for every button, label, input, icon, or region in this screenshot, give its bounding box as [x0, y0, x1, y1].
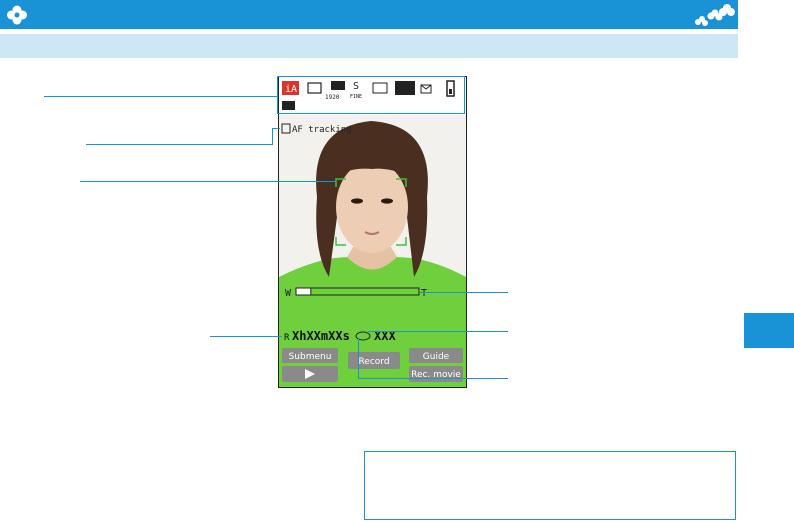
callout-line-recording-time: [210, 336, 282, 337]
callout-line-count-icon: [358, 378, 508, 379]
flower-icon: [7, 5, 27, 25]
rec-movie-softkey[interactable]: Rec. movie: [409, 366, 463, 382]
guide-label: Guide: [423, 352, 450, 362]
recording-time: XhXXmXXs: [292, 329, 350, 343]
recording-prefix: R: [284, 333, 290, 343]
viewfinder-canvas: iA 1920 S FINE AF tracking W T R XhXXmXX…: [279, 77, 466, 387]
chapter-tab: [744, 313, 794, 348]
record-softkey[interactable]: Record: [348, 352, 400, 369]
submenu-softkey[interactable]: Submenu: [282, 348, 338, 363]
zoom-wide-label: W: [285, 288, 292, 299]
header-bar: [0, 0, 738, 29]
play-softkey[interactable]: [282, 366, 338, 382]
camera-viewfinder: iA 1920 S FINE AF tracking W T R XhXXmXX…: [278, 76, 467, 388]
zoom-level: [295, 287, 312, 296]
submenu-label: Submenu: [289, 352, 332, 362]
af-tracking-label: AF tracking: [292, 125, 352, 135]
callout-line-shot-count: [368, 331, 508, 332]
flowers-decoration-icon: [695, 4, 735, 26]
callout-line-zoom: [420, 292, 508, 293]
callout-line-af-tracking: [86, 144, 272, 145]
callout-line-focus-frame: [80, 181, 336, 182]
zoom-tele-label: T: [421, 288, 427, 299]
icon-bar-callout-frame: [277, 76, 465, 114]
callout-line-status-icons: [44, 96, 278, 97]
sub-header-bar: [0, 34, 738, 58]
record-label: Record: [358, 357, 389, 367]
face: [336, 161, 408, 253]
note-box: [364, 451, 736, 520]
guide-softkey[interactable]: Guide: [409, 348, 463, 363]
